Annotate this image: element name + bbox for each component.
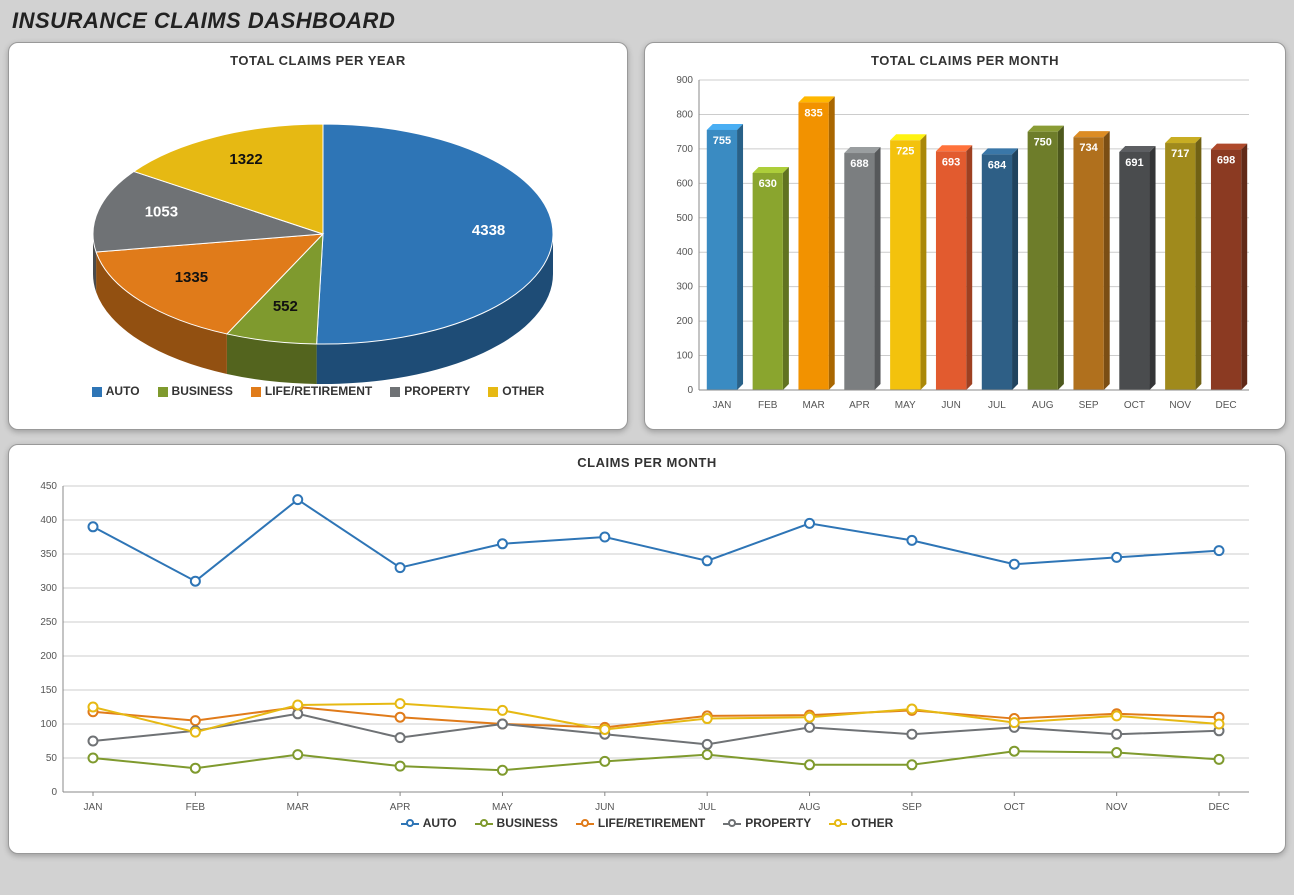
- svg-text:JAN: JAN: [712, 400, 731, 411]
- svg-text:200: 200: [40, 651, 57, 662]
- svg-text:698: 698: [1217, 155, 1235, 167]
- total-claims-per-year-panel: TOTAL CLAIMS PER YEAR 4338 552 1335 1053 132…: [8, 42, 628, 430]
- svg-text:734: 734: [1079, 142, 1098, 154]
- svg-text:600: 600: [676, 178, 693, 189]
- svg-text:693: 693: [942, 156, 960, 168]
- svg-text:APR: APR: [849, 400, 870, 411]
- svg-text:NOV: NOV: [1169, 400, 1191, 411]
- svg-text:725: 725: [896, 145, 914, 157]
- svg-text:APR: APR: [390, 802, 411, 813]
- svg-text:717: 717: [1171, 148, 1189, 160]
- svg-text:JUL: JUL: [988, 400, 1006, 411]
- svg-text:100: 100: [40, 719, 57, 730]
- svg-text:1053: 1053: [145, 204, 178, 221]
- svg-text:OCT: OCT: [1004, 802, 1025, 813]
- line-chart: 0 50 100 150 200 250 300 350 400 450 JAN FEB MAR APR M…: [23, 476, 1263, 816]
- svg-text:835: 835: [804, 107, 822, 119]
- svg-text:200: 200: [676, 316, 693, 327]
- svg-text:1322: 1322: [229, 151, 262, 168]
- svg-text:FEB: FEB: [758, 400, 778, 411]
- svg-text:MAR: MAR: [802, 400, 824, 411]
- legend-item-life: LIFE/RETIREMENT: [576, 816, 705, 830]
- svg-text:250: 250: [40, 617, 57, 628]
- svg-text:JAN: JAN: [84, 802, 103, 813]
- legend-item-property: PROPERTY: [723, 816, 811, 830]
- legend-item-other: OTHER: [488, 384, 544, 398]
- claims-per-month-panel: CLAIMS PER MONTH 0 50 100 150 200 250 300 350 40…: [8, 444, 1286, 854]
- svg-text:700: 700: [676, 144, 693, 155]
- svg-text:688: 688: [850, 158, 868, 170]
- legend-item-business: BUSINESS: [158, 384, 233, 398]
- pie-legend: AUTO BUSINESS LIFE/RETIREMENT PROPERTY OTHER: [23, 384, 613, 398]
- svg-text:450: 450: [40, 481, 57, 492]
- svg-text:100: 100: [676, 351, 693, 362]
- svg-text:350: 350: [40, 549, 57, 560]
- svg-text:755: 755: [713, 135, 731, 147]
- svg-text:MAR: MAR: [287, 802, 309, 813]
- svg-text:DEC: DEC: [1208, 802, 1229, 813]
- svg-text:400: 400: [40, 515, 57, 526]
- svg-text:DEC: DEC: [1216, 400, 1237, 411]
- svg-text:400: 400: [676, 247, 693, 258]
- svg-text:SEP: SEP: [902, 802, 922, 813]
- page-title: INSURANCE CLAIMS DASHBOARD: [12, 8, 1286, 34]
- svg-text:FEB: FEB: [186, 802, 206, 813]
- svg-text:552: 552: [273, 298, 298, 315]
- legend-item-business: BUSINESS: [475, 816, 558, 830]
- svg-text:684: 684: [988, 159, 1007, 171]
- line-title: CLAIMS PER MONTH: [23, 455, 1271, 470]
- svg-text:OCT: OCT: [1124, 400, 1145, 411]
- legend-item-auto: AUTO: [401, 816, 457, 830]
- svg-text:MAY: MAY: [895, 400, 916, 411]
- svg-text:AUG: AUG: [799, 802, 821, 813]
- svg-text:150: 150: [40, 685, 57, 696]
- line-legend: AUTO BUSINESS LIFE/RETIREMENT PROPERTY OTHER: [23, 816, 1271, 830]
- svg-text:NOV: NOV: [1106, 802, 1128, 813]
- bar-title: TOTAL CLAIMS PER MONTH: [659, 53, 1271, 68]
- pie-title: TOTAL CLAIMS PER YEAR: [23, 53, 613, 68]
- svg-text:750: 750: [1034, 137, 1052, 149]
- svg-text:300: 300: [40, 583, 57, 594]
- svg-text:4338: 4338: [472, 222, 505, 239]
- svg-text:JUL: JUL: [698, 802, 716, 813]
- svg-text:300: 300: [676, 282, 693, 293]
- svg-text:MAY: MAY: [492, 802, 513, 813]
- svg-text:500: 500: [676, 213, 693, 224]
- svg-text:1335: 1335: [175, 269, 208, 286]
- legend-item-property: PROPERTY: [390, 384, 470, 398]
- svg-text:AUG: AUG: [1032, 400, 1054, 411]
- svg-text:800: 800: [676, 109, 693, 120]
- pie-chart: 4338 552 1335 1053 1322: [23, 74, 613, 384]
- legend-item-other: OTHER: [829, 816, 893, 830]
- bar-chart: 0 100 200 300 400 500 600 700 800 900 755 JAN 630 FEB…: [659, 74, 1259, 414]
- total-claims-per-month-panel: TOTAL CLAIMS PER MONTH 0 100 200 300 400 500 6…: [644, 42, 1286, 430]
- svg-text:691: 691: [1125, 157, 1143, 169]
- svg-text:0: 0: [687, 385, 693, 396]
- svg-text:50: 50: [46, 753, 58, 764]
- svg-text:JUN: JUN: [595, 802, 614, 813]
- legend-item-life: LIFE/RETIREMENT: [251, 384, 372, 398]
- svg-text:900: 900: [676, 75, 693, 86]
- svg-text:SEP: SEP: [1079, 400, 1099, 411]
- svg-text:0: 0: [51, 787, 57, 798]
- svg-text:630: 630: [759, 178, 777, 190]
- svg-text:JUN: JUN: [941, 400, 960, 411]
- legend-item-auto: AUTO: [92, 384, 140, 398]
